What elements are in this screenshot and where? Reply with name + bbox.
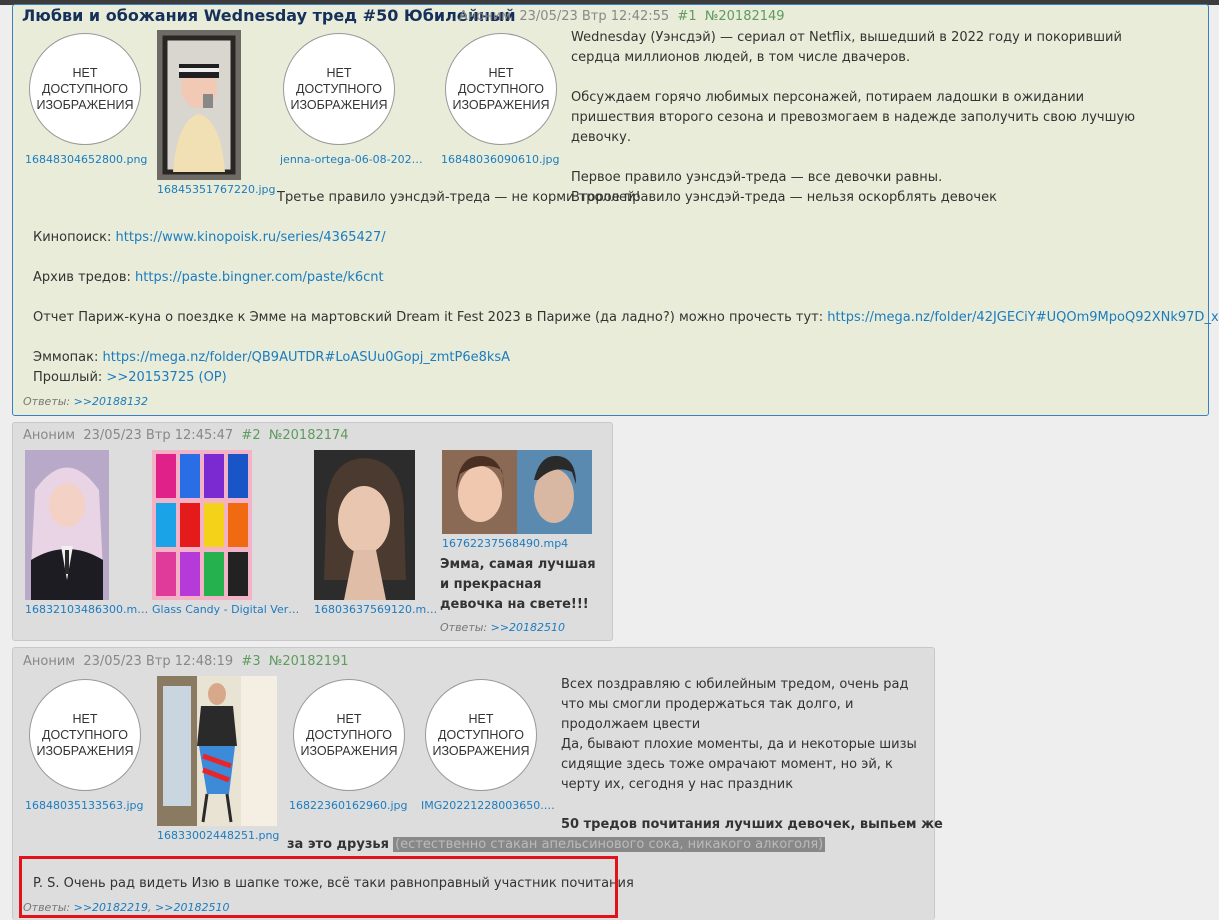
no-image-placeholder[interactable]: НЕТ ДОСТУПНОГО ИЗОБРАЖЕНИЯ (293, 679, 405, 791)
emmopak-line: Эммопак: https://mega.nz/folder/QB9AUTDR… (33, 348, 510, 368)
file-name[interactable]: jenna-ortega-06-08-2021-... (280, 153, 428, 166)
replies-bar: Ответы: >>20182510 (440, 621, 565, 634)
post-id[interactable]: №20182174 (269, 428, 349, 443)
reply-link[interactable]: >>20182510 (491, 621, 565, 634)
video-thumbnail[interactable] (314, 450, 415, 600)
spoiler-text[interactable]: (естественно стакан апельсинового сока, … (393, 837, 826, 852)
post-date: 23/05/23 Втр 12:48:19 (83, 654, 234, 669)
file-name[interactable]: 16803637569120.mp4 (314, 603, 439, 616)
photo-grid-dresses-icon (152, 450, 252, 600)
file-name[interactable]: 16848036090610.jpg (441, 153, 571, 166)
no-image-placeholder[interactable]: НЕТ ДОСТУПНОГО ИЗОБРАЖЕНИЯ (425, 679, 537, 791)
photo-portrait-icon (314, 450, 415, 600)
post-meta: Аноним 23/05/23 Втр 12:48:19 #3 №2018219… (23, 654, 349, 669)
photo-two-faces-icon (442, 450, 592, 534)
post-body-text: Wednesday (Уэнсдэй) — сериал от Netflix,… (571, 30, 1136, 205)
line-label: Архив тредов: (33, 270, 136, 285)
video-thumbnail[interactable] (25, 450, 109, 600)
image-thumbnail[interactable] (157, 676, 277, 826)
post-index[interactable]: #2 (241, 428, 260, 443)
file-name[interactable]: Glass Candy - Digital Versi... (152, 603, 304, 616)
line-label: Отчет Париж-куна о поездке к Эмме на мар… (33, 310, 828, 325)
kinopoisk-line: Кинопоиск: https://www.kinopoisk.ru/seri… (33, 228, 386, 248)
emmopak-link[interactable]: https://mega.nz/folder/QB9AUTDR#LoASUu0G… (102, 350, 510, 365)
post-date: 23/05/23 Втр 12:45:47 (83, 428, 234, 443)
no-image-placeholder[interactable]: НЕТ ДОСТУПНОГО ИЗОБРАЖЕНИЯ (283, 33, 395, 145)
post-author: Аноним (23, 654, 76, 669)
video-thumbnail[interactable] (152, 450, 252, 600)
file-name[interactable]: 16833002448251.png (157, 829, 287, 842)
post-bold-text: за это друзья (287, 837, 389, 852)
reply-link[interactable]: >>20188132 (74, 395, 148, 408)
thread-title: Любви и обожания Wednesday тред #50 Юбил… (22, 6, 516, 25)
archive-link[interactable]: https://paste.bingner.com/paste/k6cnt (135, 270, 384, 285)
replies-label: Ответы: (23, 395, 71, 408)
previous-thread-line: Прошлый: >>20153725 (OP) (33, 368, 227, 388)
video-thumbnail[interactable] (442, 450, 592, 534)
archive-line: Архив тредов: https://paste.bingner.com/… (33, 268, 384, 288)
post-index[interactable]: #1 (677, 9, 696, 24)
report-link[interactable]: https://mega.nz/folder/42JGECiY#UQOm9Mpo… (827, 310, 1219, 325)
line-label: Эммопак: (33, 350, 103, 365)
file-name[interactable]: 16832103486300.mp4 (25, 603, 150, 616)
post-meta: Аноним 23/05/23 Втр 12:45:47 #2 №2018217… (23, 428, 349, 443)
image-thumbnail[interactable] (157, 30, 241, 180)
line-label: Кинопоиск: (33, 230, 116, 245)
no-image-placeholder[interactable]: НЕТ ДОСТУПНОГО ИЗОБРАЖЕНИЯ (29, 679, 141, 791)
post-meta: Аноним 23/05/23 Втр 12:42:55 #1 №2018214… (459, 9, 785, 24)
file-name[interactable]: IMG20221228003650.jpg (421, 799, 556, 812)
file-name[interactable]: 16848304652800.png (25, 153, 155, 166)
file-name[interactable]: 16762237568490.mp4 (442, 537, 572, 550)
post-bold-line: за это друзья (естественно стакан апельс… (287, 835, 826, 855)
post-rule-text: Третье правило уэнсдэй-треда — не корми … (277, 190, 641, 205)
post-author: Аноним (23, 428, 76, 443)
photo-mirror-selfie-icon (157, 30, 241, 180)
post-index[interactable]: #3 (241, 654, 260, 669)
photo-full-body-icon (157, 676, 277, 826)
file-name[interactable]: 16822360162960.jpg (289, 799, 419, 812)
line-label: Прошлый: (33, 370, 107, 385)
post-id[interactable]: №20182149 (705, 9, 785, 24)
replies-label: Ответы: (440, 621, 488, 634)
no-image-placeholder[interactable]: НЕТ ДОСТУПНОГО ИЗОБРАЖЕНИЯ (445, 33, 557, 145)
kinopoisk-link[interactable]: https://www.kinopoisk.ru/series/4365427/ (116, 230, 386, 245)
post-body-text: Эмма, самая лучшая и прекрасная девочка … (440, 557, 596, 612)
file-name[interactable]: 16845351767220.jpg (157, 183, 287, 196)
highlight-box (19, 856, 618, 918)
previous-thread-link[interactable]: >>20153725 (OP) (106, 370, 226, 385)
post-bold-text: 50 тредов почитания лучших девочек, выпь… (561, 817, 943, 832)
replies-bar: Ответы: >>20188132 (23, 395, 148, 408)
report-line: Отчет Париж-куна о поездке к Эмме на мар… (33, 308, 1219, 328)
post-date: 23/05/23 Втр 12:42:55 (519, 9, 670, 24)
post-id[interactable]: №20182191 (269, 654, 349, 669)
post-author: Аноним (459, 9, 512, 24)
photo-portrait-icon (25, 450, 109, 600)
file-name[interactable]: 16848035133563.jpg (25, 799, 155, 812)
post-body-text: Всех поздравляю с юбилейным тредом, очен… (561, 677, 917, 792)
no-image-placeholder[interactable]: НЕТ ДОСТУПНОГО ИЗОБРАЖЕНИЯ (29, 33, 141, 145)
